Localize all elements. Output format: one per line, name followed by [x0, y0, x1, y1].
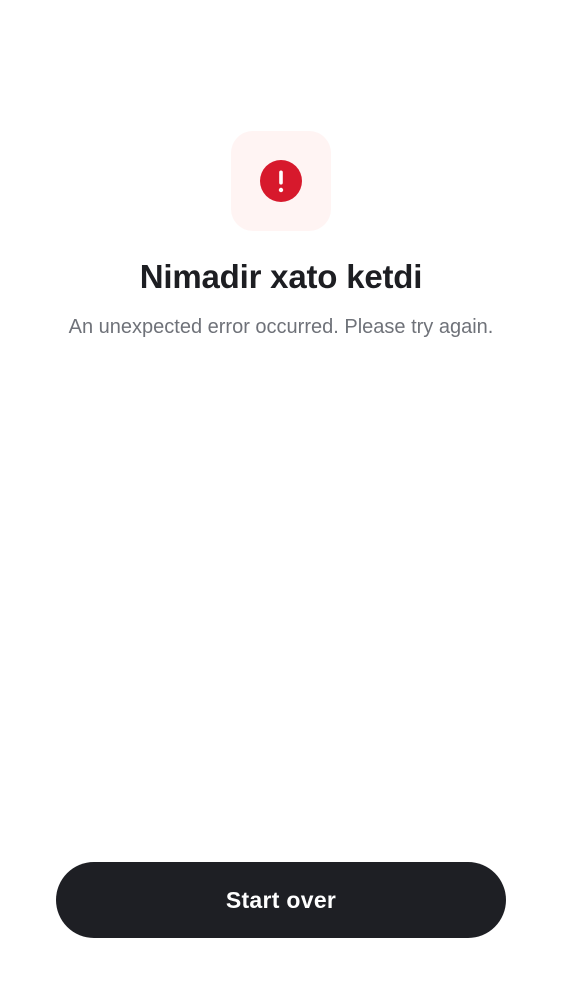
error-message: An unexpected error occurred. Please try… — [68, 316, 494, 338]
start-over-button[interactable]: Start over — [56, 862, 506, 938]
error-icon-tile — [231, 131, 331, 231]
exclamation-circle-icon — [260, 160, 302, 202]
error-title: Nimadir xato ketdi — [139, 258, 423, 295]
error-screen: Nimadir xato ketdi An unexpected error o… — [0, 0, 562, 1000]
